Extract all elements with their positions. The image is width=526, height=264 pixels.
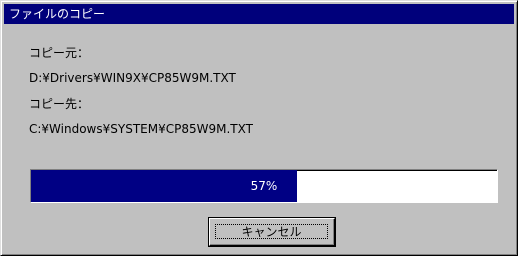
cancel-button[interactable]: キャンセル [209,218,335,246]
source-path: D:¥Drivers¥WIN9X¥CP85W9M.TXT [29,71,236,85]
progress-percent-text: 57% [250,179,278,193]
copy-progress-bar: 57% [30,169,498,203]
dialog-title-bar[interactable]: ファイルのコピー [4,4,514,24]
cancel-button-label: キャンセル [215,224,328,239]
destination-label: コピー先： [29,97,90,111]
dialog-title: ファイルのコピー [9,7,106,21]
source-label: コピー元： [29,46,90,60]
destination-path: C:¥Windows¥SYSTEM¥CP85W9M.TXT [29,122,253,136]
copy-dialog: ファイルのコピー コピー元： D:¥Drivers¥WIN9X¥CP85W9M.… [0,0,518,256]
